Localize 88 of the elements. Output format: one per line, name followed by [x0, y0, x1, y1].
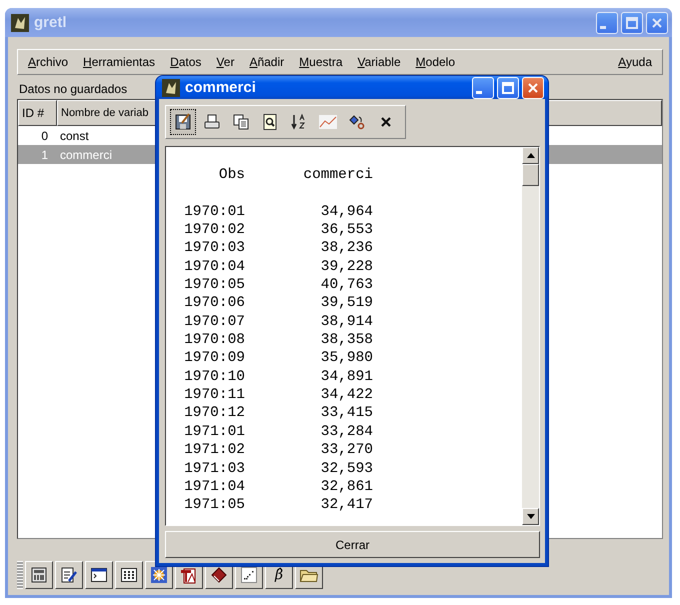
- minimize-icon: [476, 91, 482, 94]
- value-text: 32,417: [320, 496, 373, 515]
- id-cell-text: 0: [40, 128, 48, 142]
- value-text: 36,553: [320, 221, 373, 240]
- value-text: 38,914: [320, 312, 373, 332]
- scroll-down-button[interactable]: [522, 508, 539, 525]
- column-header[interactable]: ID #: [18, 100, 57, 126]
- menu-item[interactable]: Ayuda: [618, 55, 652, 69]
- value-text: 35,980: [320, 349, 373, 368]
- value-text: 33,415: [320, 404, 373, 423]
- value-text: 32,593: [320, 460, 373, 478]
- menu-item[interactable]: Variable: [358, 55, 401, 69]
- obs-label: 1971:04: [183, 478, 245, 496]
- scatter-plot-icon: [240, 566, 258, 584]
- maximize-button[interactable]: [497, 76, 519, 98]
- document-icon: [180, 566, 198, 584]
- column-header: commerci: [302, 166, 373, 184]
- value-text: 39,228: [320, 258, 373, 276]
- minimize-icon: [600, 26, 606, 29]
- scrollbar[interactable]: [522, 147, 539, 525]
- column-header: Obs: [218, 166, 245, 184]
- obs-label: 1970:07: [183, 312, 245, 332]
- obs-label: 1970:01: [183, 202, 245, 222]
- menu-item[interactable]: Muestra: [299, 55, 342, 69]
- name-cell-text: const: [59, 128, 89, 142]
- obs-label: 1970:06: [183, 294, 245, 313]
- value-text: 32,861: [320, 478, 373, 496]
- sort-icon: [290, 113, 308, 131]
- calculator-icon: [30, 566, 48, 584]
- book-icon: [210, 566, 228, 584]
- window-title: commerci: [185, 79, 257, 96]
- value-text: 38,358: [320, 331, 373, 350]
- toolbar-grip[interactable]: [17, 561, 23, 589]
- edit-icon: [60, 566, 78, 584]
- obs-label: 1970:11: [183, 386, 245, 404]
- terminal-icon: [90, 566, 108, 584]
- close-dialog-button[interactable]: Cerrar: [165, 531, 540, 558]
- scroll-up-button[interactable]: [522, 147, 539, 164]
- down-arrow-icon: [526, 514, 534, 519]
- minimize-button[interactable]: [472, 76, 494, 98]
- grid-icon: [150, 566, 168, 584]
- value-text: 40,763: [320, 276, 373, 294]
- value-text: 39,519: [320, 294, 373, 313]
- value-text: 38,236: [320, 239, 373, 258]
- obs-label: 1970:05: [183, 276, 245, 294]
- obs-label: 1970:03: [183, 239, 245, 258]
- value-text: 33,284: [320, 422, 373, 442]
- print-icon: [203, 113, 221, 131]
- value-text: 34,891: [320, 368, 373, 386]
- search-icon: [261, 113, 279, 131]
- menu-item[interactable]: Herramientas: [83, 55, 156, 69]
- app-icon: [11, 14, 29, 32]
- menu-item[interactable]: Añadir: [249, 55, 284, 69]
- obs-label: 1971:01: [183, 422, 245, 442]
- toolbar-button[interactable]: [170, 109, 196, 135]
- obs-label: 1970:09: [183, 349, 245, 368]
- name-cell-text: commerci: [59, 148, 112, 162]
- value-text: 33,270: [320, 441, 373, 460]
- close-icon: [651, 16, 663, 28]
- close-button[interactable]: [522, 76, 544, 98]
- obs-label: 1970:04: [183, 258, 245, 276]
- close-icon: [380, 116, 392, 128]
- menu-item[interactable]: Archivo: [28, 55, 68, 69]
- menu-item[interactable]: Datos: [170, 55, 202, 69]
- up-arrow-icon: [526, 153, 534, 158]
- status-text: Datos no guardados: [18, 81, 128, 98]
- matrix-icon: [120, 566, 138, 584]
- close-icon: [527, 82, 539, 94]
- value-text: 34,964: [320, 202, 373, 222]
- maximize-icon: [626, 16, 638, 28]
- app-icon: [162, 78, 180, 96]
- obs-label: 1971:02: [183, 441, 245, 460]
- maximize-icon: [502, 82, 514, 94]
- id-cell-text: 1: [40, 148, 48, 162]
- scroll-thumb[interactable]: [522, 164, 539, 186]
- window-title: gretl: [34, 14, 68, 31]
- obs-label: 1970:02: [183, 221, 245, 240]
- obs-label: 1971:05: [183, 496, 245, 515]
- menu-item[interactable]: Ver: [216, 55, 234, 69]
- menu-item[interactable]: Modelo: [416, 55, 456, 69]
- value-text: 34,422: [320, 386, 373, 404]
- obs-label: 1971:03: [183, 460, 245, 478]
- line-chart-icon: [318, 113, 338, 131]
- obs-label: 1970:12: [183, 404, 245, 423]
- save-icon: [174, 113, 192, 131]
- obs-label: 1970:10: [183, 368, 245, 386]
- obs-label: 1970:08: [183, 331, 245, 350]
- copy-icon: [232, 113, 250, 131]
